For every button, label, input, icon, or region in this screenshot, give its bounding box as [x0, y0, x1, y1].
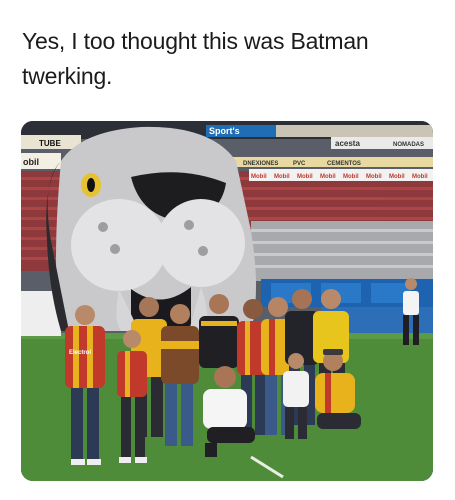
- svg-text:Mobil: Mobil: [297, 174, 313, 180]
- svg-text:Mobil: Mobil: [274, 174, 290, 180]
- svg-text:Mobil: Mobil: [251, 174, 267, 180]
- board-upper-text: Sport's: [209, 126, 240, 136]
- stadium-photo: TUBE obil Sport's acesta NOMADAS DNEXION…: [21, 121, 433, 481]
- caption-line-1: Yes, I too thought this was Batman: [22, 28, 369, 54]
- board-top-left-text: TUBE: [39, 139, 61, 148]
- board-right-text-2: NOMADAS: [393, 142, 424, 148]
- band-1-text: DNEXIONES: [243, 161, 278, 167]
- caption-line-2: twerking.: [22, 63, 113, 89]
- svg-text:Mobil: Mobil: [320, 174, 336, 180]
- band-3-text: CEMENTOS: [327, 161, 361, 167]
- jersey-text: Electrol: [69, 350, 91, 356]
- mascot-cheek-left: [71, 199, 167, 291]
- mascot-cheek-right: [157, 199, 245, 287]
- svg-text:Mobil: Mobil: [343, 174, 359, 180]
- stadium-scene: TUBE obil Sport's acesta NOMADAS DNEXION…: [21, 121, 433, 481]
- svg-text:Mobil: Mobil: [412, 174, 428, 180]
- board-upper-right: [276, 125, 433, 137]
- svg-text:Mobil: Mobil: [389, 174, 405, 180]
- board-right-text: acesta: [335, 139, 360, 148]
- band-2-text: PVC: [293, 161, 306, 167]
- board-left-text: obil: [23, 157, 39, 167]
- post-caption: Yes, I too thought this was Batman twerk…: [22, 24, 442, 94]
- svg-text:Mobil: Mobil: [366, 174, 382, 180]
